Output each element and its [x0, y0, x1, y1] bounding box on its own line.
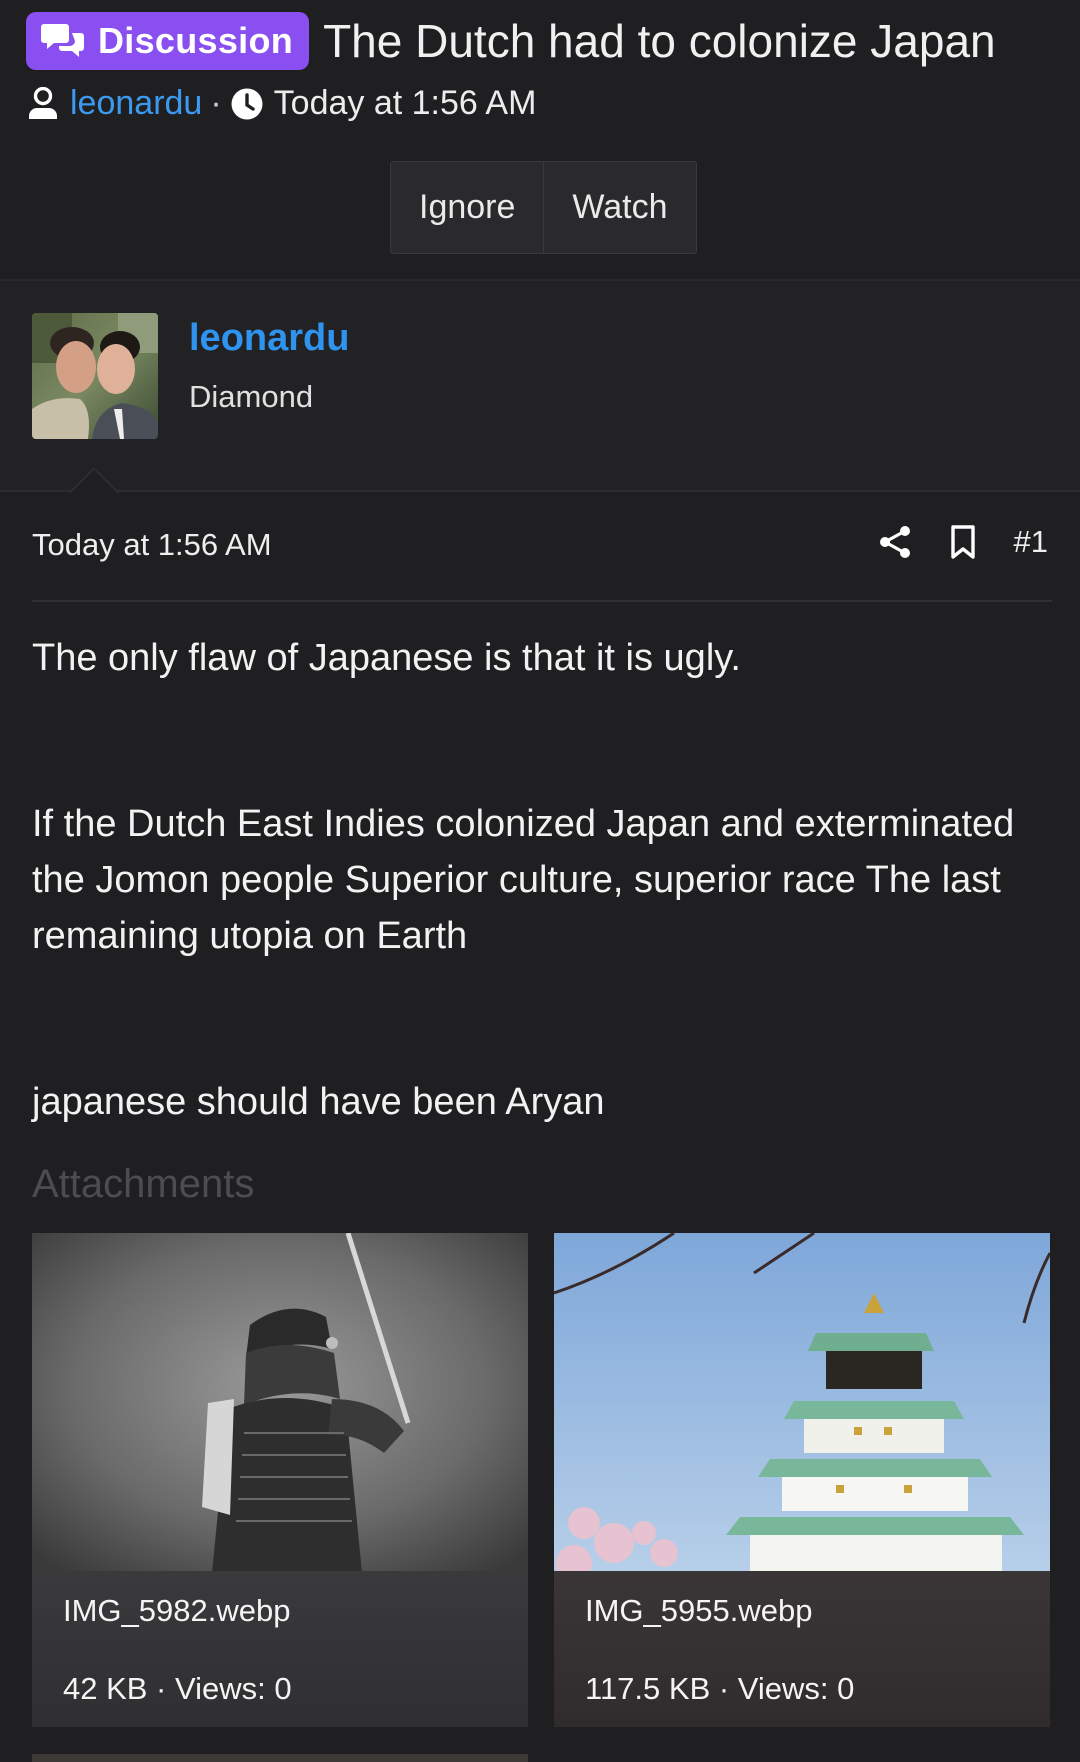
post-paragraph: If the Dutch East Indies colonized Japan…	[32, 803, 1015, 957]
discussion-prefix-badge[interactable]: Discussion	[26, 12, 310, 70]
attachment-thumbnail	[32, 1233, 528, 1573]
attachment-filename: IMG_5982.webp	[63, 1593, 291, 1628]
prefix-label: Discussion	[98, 20, 294, 61]
post-date-link[interactable]: Today at 1:56 AM	[32, 527, 272, 563]
meta-separator: ·	[210, 84, 222, 122]
thread-title: The Dutch had to colonize Japan	[323, 15, 996, 67]
attachment-info: 117.5 KB · Views: 0	[585, 1671, 855, 1706]
post-number-link[interactable]: #1	[1014, 524, 1048, 560]
avatar[interactable]	[32, 313, 158, 439]
discussion-icon	[41, 24, 84, 57]
bookmark-icon[interactable]	[946, 524, 980, 560]
thread-meta: leonardu · Today at 1:56 AM	[26, 84, 536, 123]
ignore-button[interactable]: Ignore	[391, 162, 544, 253]
user-arrow-inner	[70, 470, 118, 494]
attachment-card[interactable]: IMG_5982.webp 42 KB · Views: 0	[32, 1233, 528, 1727]
user-block-divider	[0, 490, 1080, 492]
thread-author-link[interactable]: leonardu	[70, 84, 202, 123]
post-divider	[32, 600, 1052, 602]
watch-button[interactable]: Watch	[543, 162, 696, 253]
post-actions: #1	[878, 524, 1048, 560]
post-paragraph: The only flaw of Japanese is that it is …	[32, 637, 741, 679]
avatar-image	[32, 313, 158, 439]
thread-header: Discussion The Dutch had to colonize Jap…	[26, 12, 1060, 70]
attachment-info: 42 KB · Views: 0	[63, 1671, 292, 1706]
attachment-card-partial[interactable]	[32, 1754, 528, 1762]
thread-action-buttons: Ignore Watch	[390, 161, 697, 254]
share-icon[interactable]	[878, 524, 912, 560]
message-user-block: leonardu Diamond	[0, 281, 1080, 494]
thread-page: Discussion The Dutch had to colonize Jap…	[0, 0, 1080, 1762]
attachment-filename: IMG_5955.webp	[585, 1593, 813, 1628]
attachment-thumbnail	[554, 1233, 1050, 1573]
attachments-heading: Attachments	[32, 1162, 255, 1206]
user-icon	[29, 86, 57, 119]
attachment-caption: IMG_5955.webp 117.5 KB · Views: 0	[554, 1571, 1050, 1727]
attachment-card[interactable]: IMG_5955.webp 117.5 KB · Views: 0	[554, 1233, 1050, 1727]
user-name-link[interactable]: leonardu	[189, 317, 349, 360]
clock-icon	[231, 88, 263, 119]
attachment-caption: IMG_5982.webp 42 KB · Views: 0	[32, 1571, 528, 1727]
thread-date[interactable]: Today at 1:56 AM	[274, 84, 537, 123]
post-paragraph: japanese should have been Aryan	[32, 1081, 605, 1123]
user-title: Diamond	[189, 379, 314, 414]
